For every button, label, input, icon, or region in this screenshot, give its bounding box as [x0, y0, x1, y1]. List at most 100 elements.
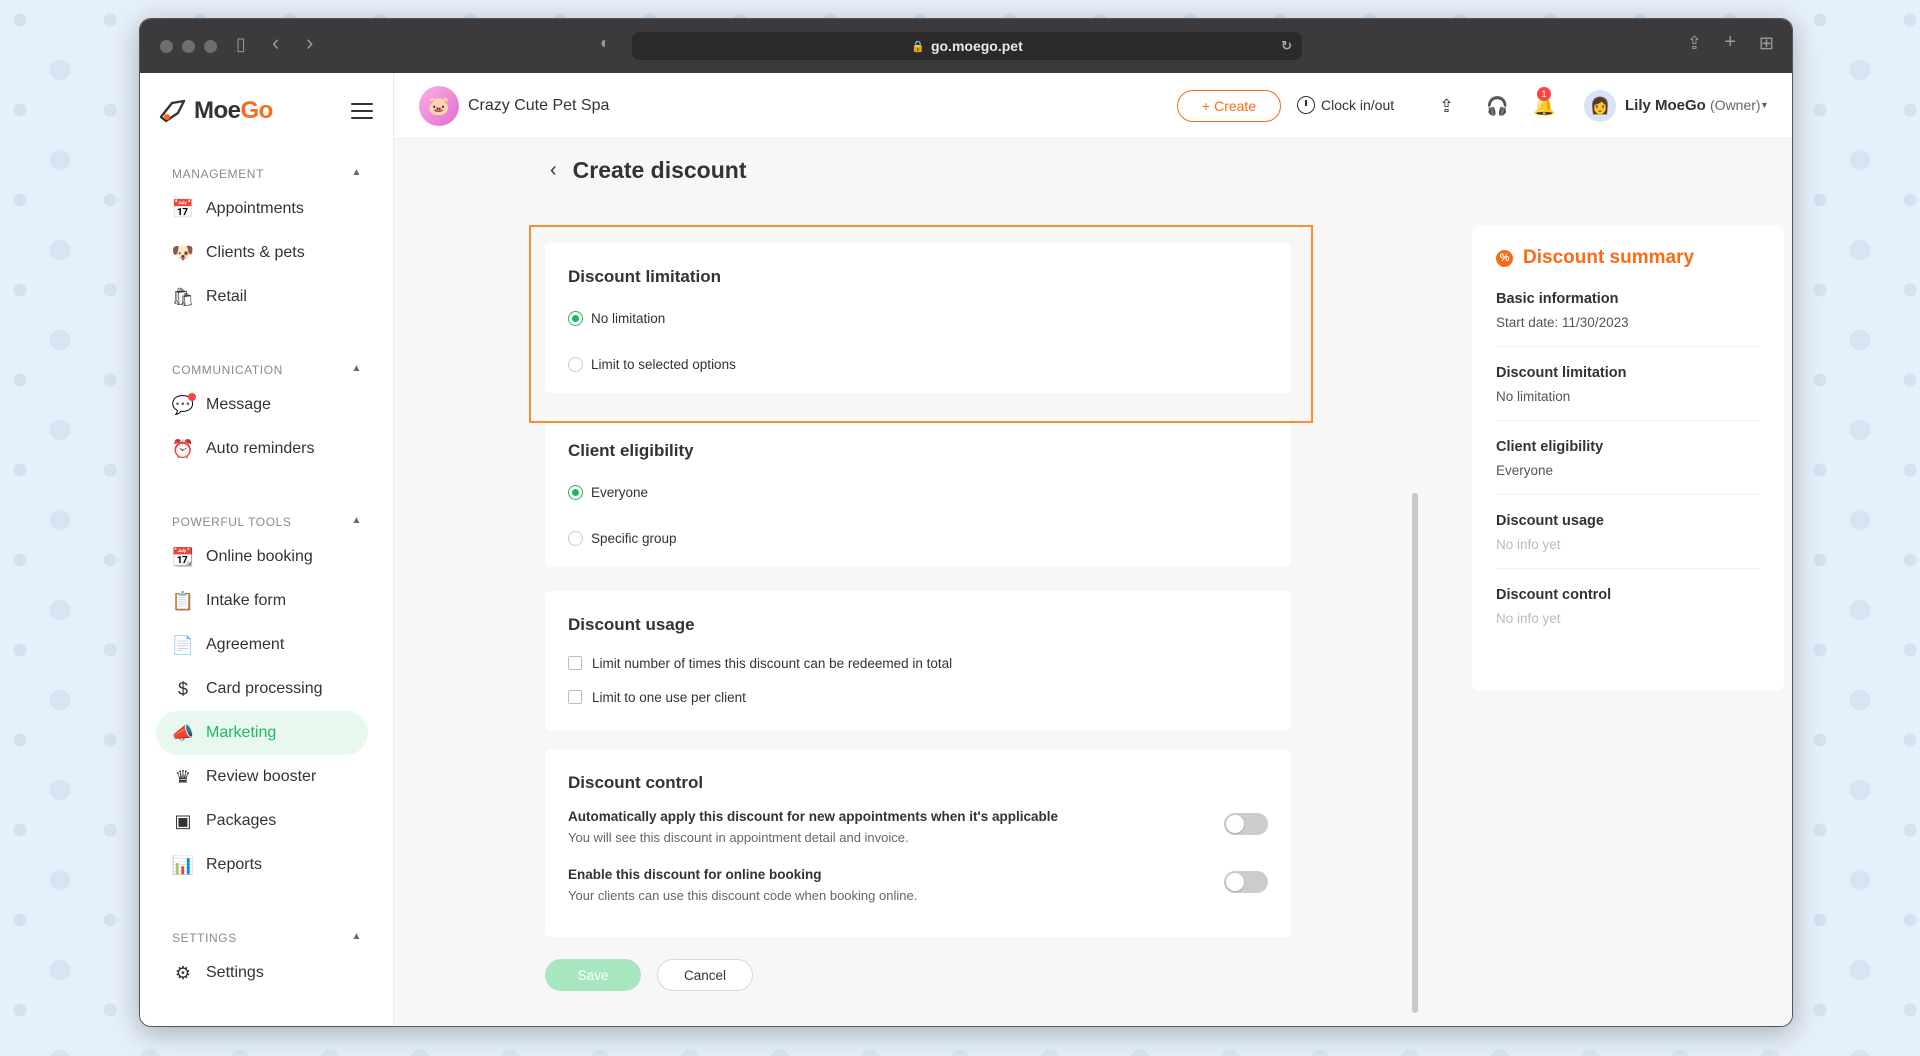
agreement-icon: 📄: [171, 634, 195, 655]
collapse-icon[interactable]: ▲: [352, 363, 363, 377]
moego-logo-icon: [159, 99, 186, 123]
summary-title: % Discount summary: [1496, 247, 1760, 269]
radio-unselected-icon[interactable]: [568, 356, 583, 372]
notification-badge: 1: [1537, 87, 1551, 101]
summary-discount-usage: Discount usage No info yet: [1496, 513, 1760, 569]
dollar-icon: $: [177, 678, 188, 699]
discount-summary-panel: % Discount summary Basic information Sta…: [1472, 225, 1784, 691]
sidebar-item-appointments[interactable]: 📅 Appointments: [156, 187, 368, 231]
card-title: Discount usage: [568, 615, 695, 634]
sidebar-item-message[interactable]: 💬 Message: [156, 383, 368, 427]
sidebar-item-intake-form[interactable]: 📋 Intake form: [156, 579, 368, 623]
user-menu[interactable]: Lily MoeGo (Owner): [1625, 97, 1761, 114]
sidebar: MoeGo MANAGEMENT ▲ 📅 Appointments 🐶 Clients…: [140, 73, 394, 1026]
logo[interactable]: MoeGo: [158, 97, 273, 125]
checkbox-icon[interactable]: [568, 656, 582, 670]
plus-icon: +: [1201, 98, 1211, 114]
close-window-icon[interactable]: [160, 40, 173, 53]
reload-icon[interactable]: ↻: [1281, 38, 1292, 54]
chevron-down-icon[interactable]: ▼: [1760, 100, 1769, 110]
sidebar-toggle-icon[interactable]: ▯: [236, 34, 246, 55]
section-management[interactable]: MANAGEMENT ▲: [172, 167, 362, 181]
page-title: Create discount: [572, 157, 747, 183]
privacy-shield-icon[interactable]: ◐: [600, 35, 610, 53]
radio-specific-group[interactable]: Specific group: [568, 523, 1268, 553]
tab-overview-icon[interactable]: ⊞: [1759, 33, 1774, 54]
clock-in-out-button[interactable]: Clock in/out: [1297, 96, 1394, 114]
section-powerful-tools[interactable]: POWERFUL TOOLS ▲: [172, 515, 362, 529]
sidebar-item-retail[interactable]: 🛍 Retail: [156, 275, 368, 319]
card-title: Discount limitation: [568, 267, 721, 286]
headset-icon[interactable]: 🎧: [1486, 96, 1508, 117]
summary-basic-information: Basic information Start date: 11/30/2023: [1496, 291, 1760, 347]
create-button[interactable]: + Create: [1177, 90, 1281, 122]
card-title: Discount control: [568, 773, 704, 792]
checkbox-icon[interactable]: [568, 690, 582, 704]
business-avatar[interactable]: 🐷: [419, 86, 459, 126]
browser-window: ▯ ‹ › ◐ 🔒 go.moego.pet ↻ ⇪ + ⊞ MoeGo MAN…: [139, 18, 1793, 1027]
sidebar-item-reports[interactable]: 📊 Reports: [156, 843, 368, 887]
user-avatar[interactable]: 👩: [1584, 90, 1616, 122]
scrollbar[interactable]: [1412, 493, 1418, 1013]
checkbox-limit-total-redemptions[interactable]: Limit number of times this discount can …: [568, 651, 1268, 675]
radio-limit-selected-options[interactable]: Limit to selected options: [568, 349, 1268, 379]
chart-icon: 📊: [171, 854, 195, 875]
summary-client-eligibility: Client eligibility Everyone: [1496, 439, 1760, 495]
online-booking-toggle[interactable]: [1224, 871, 1268, 893]
discount-limitation-card: Discount limitation No limitation Limit …: [545, 243, 1291, 393]
megaphone-icon: 📣: [171, 722, 195, 743]
share-icon[interactable]: ⇪: [1687, 33, 1702, 54]
summary-discount-limitation: Discount limitation No limitation: [1496, 365, 1760, 421]
form-icon: 📋: [171, 590, 195, 611]
radio-unselected-icon[interactable]: [568, 530, 583, 546]
package-icon: ▣: [174, 810, 192, 831]
sidebar-item-marketing[interactable]: 📣 Marketing: [156, 711, 368, 755]
minimize-window-icon[interactable]: [182, 40, 195, 53]
sidebar-item-auto-reminders[interactable]: ⏰ Auto reminders: [156, 427, 368, 471]
sidebar-item-agreement[interactable]: 📄 Agreement: [156, 623, 368, 667]
radio-everyone[interactable]: Everyone: [568, 477, 1268, 507]
sidebar-item-review-booster[interactable]: ♛ Review booster: [156, 755, 368, 799]
app-root: MoeGo MANAGEMENT ▲ 📅 Appointments 🐶 Clients…: [140, 73, 1792, 1026]
sidebar-item-card-processing[interactable]: $ Card processing: [156, 667, 368, 711]
page-header: ‹ Create discount: [550, 157, 747, 184]
save-button[interactable]: Save: [545, 959, 641, 991]
lock-icon: 🔒: [911, 40, 925, 53]
menu-icon[interactable]: [351, 103, 373, 124]
url-bar[interactable]: 🔒 go.moego.pet ↻: [632, 32, 1302, 60]
calendar-icon: 📅: [171, 198, 195, 219]
section-communication[interactable]: COMMUNICATION ▲: [172, 363, 362, 377]
control-online-booking-row: Enable this discount for online booking …: [568, 867, 1268, 903]
sidebar-item-clients-pets[interactable]: 🐶 Clients & pets: [156, 231, 368, 275]
sidebar-item-online-booking[interactable]: 📆 Online booking: [156, 535, 368, 579]
scrollbar-thumb[interactable]: [1412, 493, 1418, 1013]
discount-percent-icon: %: [1496, 249, 1513, 267]
zoom-window-icon[interactable]: [204, 40, 217, 53]
logo-text: MoeGo: [194, 97, 273, 124]
auto-apply-toggle[interactable]: [1224, 813, 1268, 835]
back-icon[interactable]: ‹: [272, 30, 279, 56]
forward-icon[interactable]: ›: [306, 30, 313, 56]
new-tab-icon[interactable]: +: [1724, 31, 1736, 54]
window-controls[interactable]: [160, 40, 217, 53]
upload-icon[interactable]: ⇪: [1439, 96, 1454, 117]
radio-no-limitation[interactable]: No limitation: [568, 303, 1268, 333]
crown-icon: ♛: [174, 766, 192, 787]
dog-icon: 🐶: [171, 242, 195, 263]
url-text: go.moego.pet: [930, 38, 1023, 54]
collapse-icon[interactable]: ▲: [352, 167, 363, 181]
business-name[interactable]: Crazy Cute Pet Spa: [468, 97, 609, 115]
radio-selected-icon[interactable]: [568, 484, 583, 500]
sidebar-item-packages[interactable]: ▣ Packages: [156, 799, 368, 843]
collapse-icon[interactable]: ▲: [352, 931, 363, 945]
cancel-button[interactable]: Cancel: [657, 959, 753, 991]
collapse-icon[interactable]: ▲: [352, 515, 363, 529]
checkbox-one-use-per-client[interactable]: Limit to one use per client: [568, 685, 1268, 709]
alarm-icon: ⏰: [171, 438, 195, 459]
radio-selected-icon[interactable]: [568, 310, 583, 326]
sidebar-item-settings[interactable]: ⚙ Settings: [156, 951, 368, 995]
top-bar: 🐷 Crazy Cute Pet Spa + Create Clock in/o…: [394, 73, 1792, 139]
section-settings[interactable]: SETTINGS ▲: [172, 931, 362, 945]
back-arrow-icon[interactable]: ‹: [550, 159, 557, 182]
card-title: Client eligibility: [568, 441, 694, 460]
